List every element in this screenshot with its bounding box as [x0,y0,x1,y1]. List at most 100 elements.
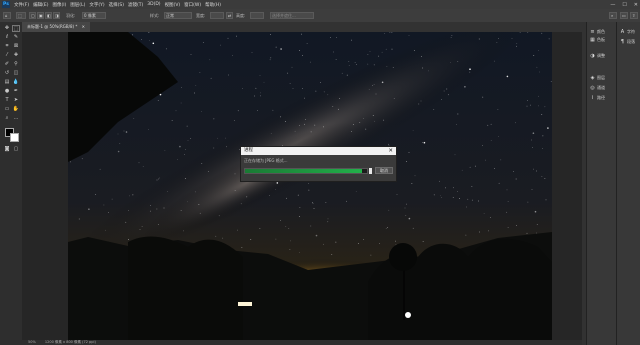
minimize-button[interactable]: — [610,2,615,8]
document-tab-title: 未标题-1 @ 50%(RGB/8) * [27,24,78,29]
color-panel-icon: ≡ [590,28,595,35]
panel-layers[interactable]: ◈ 图层 [590,74,605,82]
progress-bar-end [369,168,372,174]
lasso-tool-icon[interactable]: ℓ [3,34,11,41]
progress-dialog: 进程 ✕ 正在存储为 JPEG 格式... 取消 [240,146,397,182]
move-tool-icon[interactable]: ✥ [3,25,11,32]
crop-tool-icon[interactable]: ⌗ [3,43,11,50]
subtract-selection-icon[interactable]: ◧ [45,12,52,19]
height-input[interactable] [250,12,264,19]
menu-help[interactable]: 帮助(H) [205,2,221,8]
background-color-swatch[interactable] [10,133,19,142]
menu-image[interactable]: 图像(I) [52,2,66,8]
character-panel-icon: A [620,28,625,35]
panel-adjustments-label: 调整 [597,53,605,58]
menu-layer[interactable]: 图层(L) [70,2,85,8]
channels-panel-icon: ◎ [590,84,595,91]
menu-edit[interactable]: 编辑(E) [33,2,48,8]
eraser-tool-icon[interactable]: ◫ [12,70,20,77]
paths-panel-icon: ⌇ [591,94,594,101]
document-tab-bar [22,22,582,32]
quick-mask-icon[interactable]: ◙ [3,146,11,153]
menu-view[interactable]: 视图(V) [165,2,181,8]
menu-filter[interactable]: 滤镜(T) [128,2,143,8]
app-logo: Ps [2,1,10,8]
path-select-tool-icon[interactable]: ➤ [12,97,20,104]
panel-dock-right: A 字符 ¶ 段落 [616,22,640,345]
toolbar: ✥ ⬚ ℓ ✎ ⌗ ⊠ ⁄ ✚ ✐ ⚲ ↺ ◫ ▤ 💧 ● ✒ T ➤ ▭ ✋ … [0,22,23,345]
swap-dimensions-icon[interactable]: ⇄ [226,12,233,19]
zoom-level[interactable]: 50% [28,340,36,344]
more-tools-icon[interactable]: … [12,115,20,122]
dialog-title-bar: 进程 [241,147,396,155]
add-selection-icon[interactable]: ▣ [37,12,44,19]
panel-paragraph[interactable]: ¶ 段落 [620,38,635,46]
healing-brush-tool-icon[interactable]: ✚ [12,52,20,59]
panel-swatches-label: 色板 [597,37,605,42]
menu-bar: Ps 文件(F) 编辑(E) 图像(I) 图层(L) 文字(Y) 选择(S) 滤… [0,0,640,9]
dialog-title: 进程 [244,148,253,153]
panel-paths[interactable]: ⌇ 路径 [590,94,605,102]
document-tab[interactable]: 未标题-1 @ 50%(RGB/8) * ✕ [22,22,90,32]
adjustments-panel-icon: ◑ [590,52,595,59]
cancel-button[interactable]: 取消 [375,167,393,174]
workspace-icon[interactable]: ▭ [620,12,628,19]
panel-layers-label: 图层 [597,75,605,80]
canvas-image[interactable] [68,32,552,340]
dialog-close-icon[interactable]: ✕ [388,147,393,155]
close-window-button[interactable]: ✕ [634,2,638,8]
share-icon[interactable]: ⇪ [630,12,638,19]
menu-list: 文件(F) 编辑(E) 图像(I) 图层(L) 文字(Y) 选择(S) 滤镜(T… [14,0,221,9]
window-controls: — ☐ ✕ [610,0,638,9]
frame-tool-icon[interactable]: ⊠ [12,43,20,50]
rect-marquee-tool-icon[interactable]: ⬚ [12,25,20,32]
gradient-tool-icon[interactable]: ▤ [3,79,11,86]
menu-file[interactable]: 文件(F) [14,2,29,8]
layers-panel-icon: ◈ [590,74,595,81]
feather-input[interactable]: 0 像素 [82,12,106,19]
document-tab-close-icon[interactable]: ✕ [82,24,85,29]
width-input[interactable] [210,12,224,19]
progress-bar [244,168,368,174]
panel-channels-label: 通道 [597,85,605,90]
panel-character[interactable]: A 字符 [620,28,635,36]
select-and-mask-button[interactable]: 选择并遮住... [270,12,314,19]
panel-dock-left: ≡ 颜色 ▦ 色板 ◑ 调整 ◈ 图层 ◎ 通道 ⌇ 路径 [586,22,617,345]
menu-select[interactable]: 选择(S) [109,2,124,8]
panel-adjustments[interactable]: ◑ 调整 [590,52,605,60]
marquee-tool-preset-icon[interactable]: ⬚ [16,12,26,19]
zoom-tool-icon[interactable]: ⌕ [3,115,11,122]
style-label: 样式: [150,13,160,18]
screen-mode-icon[interactable]: ▢ [12,146,20,153]
style-select[interactable]: 正常 [164,12,192,19]
dodge-tool-icon[interactable]: ● [3,88,11,95]
progress-bar-fill [245,169,363,173]
history-brush-tool-icon[interactable]: ↺ [3,70,11,77]
home-icon[interactable]: ⌂ [3,12,11,19]
menu-type[interactable]: 文字(Y) [89,2,104,8]
clone-stamp-tool-icon[interactable]: ⚲ [12,61,20,68]
maximize-button[interactable]: ☐ [622,2,626,8]
type-tool-icon[interactable]: T [3,97,11,104]
panel-paragraph-label: 段落 [627,39,635,44]
menu-3d[interactable]: 3D(D) [147,2,160,7]
rectangle-tool-icon[interactable]: ▭ [3,106,11,113]
panel-channels[interactable]: ◎ 通道 [590,84,605,92]
blur-tool-icon[interactable]: 💧 [12,79,20,86]
swatches-panel-icon: ▦ [590,36,595,43]
paragraph-panel-icon: ¶ [620,38,625,45]
panel-paths-label: 路径 [597,95,605,100]
search-icon[interactable]: ⌕ [609,12,617,19]
intersect-selection-icon[interactable]: ◨ [53,12,60,19]
panel-swatches[interactable]: ▦ 色板 [590,36,605,44]
panel-color[interactable]: ≡ 颜色 [590,28,605,36]
hand-tool-icon[interactable]: ✋ [12,106,20,113]
brush-tool-icon[interactable]: ✐ [3,61,11,68]
new-selection-icon[interactable]: ▢ [29,12,36,19]
quick-select-tool-icon[interactable]: ✎ [12,34,20,41]
status-bar: 50% 1200 像素 x 800 像素 (72 ppi) [22,340,582,345]
pen-tool-icon[interactable]: ✒ [12,88,20,95]
eyedropper-tool-icon[interactable]: ⁄ [3,52,11,59]
menu-window[interactable]: 窗口(W) [184,2,201,8]
width-label: 宽度: [196,13,206,18]
